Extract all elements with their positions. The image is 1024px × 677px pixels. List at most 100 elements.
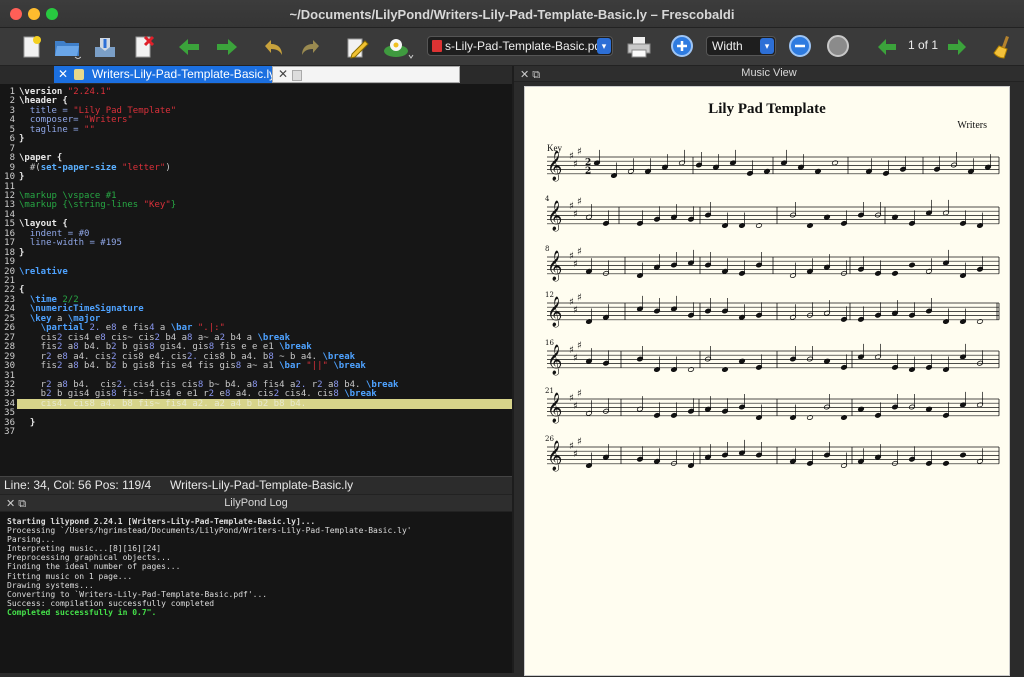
- edit-button[interactable]: [342, 32, 372, 62]
- next-page-icon: [948, 39, 966, 55]
- code-line[interactable]: \relative: [19, 267, 68, 277]
- lilypond-file-icon: [74, 69, 84, 80]
- code-line[interactable]: fis2 a8 b4. b2 b gis8 fis e4 fis gis8 a~…: [19, 361, 366, 371]
- next-page-button[interactable]: [942, 32, 972, 62]
- document-icon: [292, 70, 302, 81]
- code-line[interactable]: #(set-paper-size "letter"): [19, 163, 171, 173]
- code-line[interactable]: tagline = "": [19, 125, 95, 135]
- sharp-icon: ♯: [573, 401, 578, 412]
- code-token: "": [84, 124, 95, 135]
- code-token: b4. b: [84, 361, 112, 372]
- treble-clef-icon: 𝄞: [547, 440, 562, 472]
- measure-number: 4: [545, 195, 550, 203]
- clear-button[interactable]: [988, 32, 1018, 62]
- code-line[interactable]: cis4. cis8 a4. b8 fis~ fis4 a2. a2 a4 b …: [19, 399, 307, 409]
- print-button[interactable]: [624, 32, 654, 62]
- music-view-scrollbar[interactable]: [1012, 82, 1024, 673]
- code-token: 8: [235, 361, 247, 372]
- close-document-button[interactable]: [128, 32, 158, 62]
- note-head: [908, 262, 916, 268]
- sharp-icon: ♯: [577, 197, 582, 208]
- document-select[interactable]: s-Lily-Pad-Template-Basic.pdf ▾: [427, 36, 613, 56]
- code-line[interactable]: }: [19, 172, 24, 182]
- main-toolbar: s-Lily-Pad-Template-Basic.pdf ▾ Width ▾ …: [0, 28, 1024, 66]
- code-token: 2: [56, 361, 68, 372]
- music-view: Lily Pad Template Writers Key 𝄞 ♯ ♯ ♯ 2 2 𝄞 ♯ ♯ ♯…: [514, 82, 1024, 676]
- forward-button[interactable]: [212, 32, 242, 62]
- measure-number: 8: [545, 245, 549, 253]
- log-line: Processing `/Users/hgrimstead/Documents/…: [7, 526, 412, 536]
- log-line: Converting to `Writers-Lily-Pad-Template…: [7, 589, 268, 599]
- save-button[interactable]: [90, 32, 120, 62]
- treble-clef-icon: 𝄞: [547, 392, 562, 424]
- print-icon: [627, 37, 651, 58]
- sharp-icon: ♯: [573, 159, 578, 170]
- log-output: Starting lilypond 2.24.1 [Writers-Lily-P…: [0, 512, 512, 673]
- code-line[interactable]: }: [19, 248, 24, 258]
- note-head: [891, 270, 899, 276]
- close-icon[interactable]: ✕: [278, 67, 288, 81]
- sharp-icon: ♯: [573, 353, 578, 364]
- back-arrow-icon: [179, 39, 199, 55]
- frescobaldi-window: ~/Documents/LilyPond/Writers-Lily-Pad-Te…: [0, 0, 1024, 676]
- open-file-button[interactable]: [52, 32, 82, 62]
- window-title: ~/Documents/LilyPond/Writers-Lily-Pad-Te…: [289, 7, 735, 22]
- back-button[interactable]: [174, 32, 204, 62]
- save-icon: [95, 38, 115, 57]
- code-token: 2: [111, 361, 122, 372]
- new-document-button[interactable]: [16, 32, 46, 62]
- zoom-out-button[interactable]: [786, 32, 816, 62]
- code-token: b gis8 fis e4 fis gis: [121, 361, 236, 372]
- zoom-original-icon: [827, 35, 849, 57]
- tab-label: Writers-Lily-Pad-Template-Basic.ly: [92, 67, 276, 81]
- document-select-value: s-Lily-Pad-Template-Basic.pdf: [445, 39, 605, 53]
- code-token: line-width = #195: [19, 238, 122, 249]
- log-panel-title: LilyPond Log: [224, 497, 288, 509]
- log-line: Parsing...: [7, 535, 56, 545]
- log-line: Success: compilation successfully comple…: [7, 598, 215, 608]
- forward-arrow-icon: [217, 39, 237, 55]
- code-token: fis: [19, 361, 57, 372]
- broom-icon: [993, 36, 1009, 59]
- redo-icon: [302, 40, 319, 55]
- code-token: set-paper-size: [40, 162, 117, 173]
- code-token: }: [19, 247, 25, 258]
- zoom-original-button[interactable]: [824, 32, 854, 62]
- code-token: a~ a1: [246, 361, 280, 372]
- code-line[interactable]: \markup {\string-lines "Key"}: [19, 200, 176, 210]
- prev-page-icon: [878, 39, 896, 55]
- code-token: "2.24.1": [67, 87, 112, 97]
- undo-icon: [265, 40, 282, 55]
- redo-button[interactable]: [296, 32, 326, 62]
- log-line: Completed successfully in 0.7".: [7, 607, 157, 617]
- page-indicator: 1 of 1: [907, 38, 939, 52]
- zoom-in-button[interactable]: [668, 32, 698, 62]
- code-line[interactable]: line-width = #195: [19, 238, 122, 248]
- sharp-icon: ♯: [577, 437, 582, 448]
- time-signature-denominator: 2: [585, 167, 591, 177]
- log-line: Finding the ideal number of pages...: [7, 562, 181, 572]
- editor-tab-bar: ✕ Writers-Lily-Pad-Template-Basic.ly ✕: [0, 66, 512, 84]
- undo-button[interactable]: [258, 32, 288, 62]
- run-lilypond-button[interactable]: [380, 32, 416, 62]
- code-line[interactable]: }: [19, 418, 35, 428]
- zoom-select-value: Width: [712, 39, 743, 53]
- edit-pencil-icon: [347, 38, 369, 59]
- tab-writers-lily-pad-template[interactable]: ✕ Writers-Lily-Pad-Template-Basic.ly: [54, 66, 276, 83]
- log-line: Fitting music on 1 page...: [7, 571, 133, 581]
- sharp-icon: ♯: [573, 259, 578, 270]
- measure-number: 16: [545, 339, 554, 347]
- zoom-select[interactable]: Width ▾: [706, 36, 776, 56]
- tab-untitled[interactable]: ✕: [272, 66, 460, 83]
- code-token: 8: [73, 361, 85, 372]
- sharp-icon: ♯: [577, 293, 582, 304]
- music-view-title: Music View: [741, 67, 797, 79]
- code-editor[interactable]: 1 \version "2.24.1" 2 \header {3 title = "L…: [0, 84, 512, 476]
- sharp-icon: ♯: [573, 305, 578, 316]
- close-icon[interactable]: ✕: [58, 66, 68, 83]
- code-token: \bar: [279, 361, 307, 372]
- code-line[interactable]: }: [19, 134, 24, 144]
- previous-page-button[interactable]: [872, 32, 902, 62]
- note-head: [942, 460, 950, 466]
- score-page[interactable]: Lily Pad Template Writers Key 𝄞 ♯ ♯ ♯ 2 2 𝄞 ♯ ♯ ♯…: [524, 86, 1010, 676]
